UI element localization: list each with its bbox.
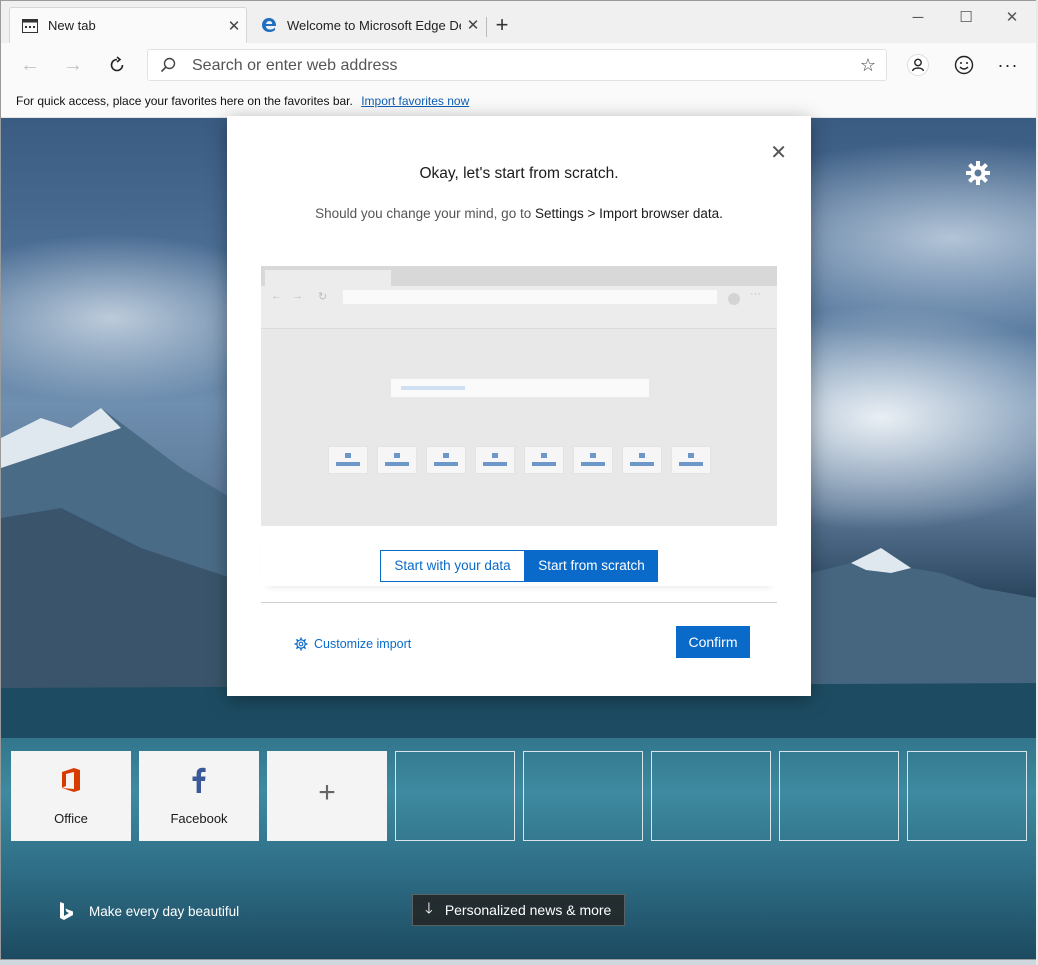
tab-strip: New tab ✕ Welcome to Microsoft Edge Dev … (1, 1, 1037, 43)
gear-icon (294, 637, 308, 651)
quick-link-label: Facebook (170, 811, 228, 826)
preview-tile (426, 446, 466, 474)
page-settings-gear-icon[interactable] (963, 158, 993, 188)
edge-logo-icon (261, 17, 277, 33)
start-with-your-data-button[interactable]: Start with your data (380, 550, 525, 582)
dialog-divider (261, 602, 777, 603)
preview-forward-icon: → (292, 290, 303, 302)
favorite-star-icon[interactable]: ☆ (860, 55, 876, 76)
settings-path: Settings > Import browser data. (534, 206, 723, 221)
close-window-button[interactable]: ✕ (989, 5, 1035, 31)
import-favorites-link[interactable]: Import favorites now (361, 94, 469, 108)
office-logo-icon (11, 767, 131, 798)
facebook-logo-icon (139, 767, 259, 798)
quick-link-facebook[interactable]: Facebook (139, 751, 259, 841)
tab-welcome[interactable]: Welcome to Microsoft Edge Dev ✕ (249, 7, 485, 43)
back-icon[interactable]: ← (15, 51, 45, 79)
minimize-button[interactable]: ─ (895, 5, 941, 31)
empty-quick-link-slot (907, 751, 1027, 841)
bing-caption-text: Make every day beautiful (89, 903, 240, 919)
refresh-icon[interactable] (102, 51, 132, 79)
tab-label: New tab (48, 18, 96, 33)
preview-more-icon: ··· (750, 288, 761, 300)
close-tab-icon[interactable]: ✕ (461, 16, 485, 34)
confirm-button[interactable]: Confirm (676, 626, 750, 658)
customize-import-link[interactable]: Customize import (294, 637, 411, 651)
empty-quick-link-slot (651, 751, 771, 841)
preview-tile (573, 446, 613, 474)
toolbar: ← → ☆ ··· (1, 43, 1037, 87)
empty-quick-link-slot (395, 751, 515, 841)
personalized-news-button[interactable]: 🡓 Personalized news & more (412, 894, 625, 926)
quick-link-office[interactable]: Office (11, 751, 131, 841)
import-option-toggle: Start with your data Start from scratch (261, 526, 777, 586)
import-dialog: ✕ Okay, let's start from scratch. Should… (227, 116, 811, 696)
feedback-smiley-icon[interactable] (949, 51, 979, 79)
tab-label: Welcome to Microsoft Edge Dev (287, 17, 461, 33)
news-button-label: Personalized news & more (444, 902, 612, 918)
profile-icon[interactable] (903, 51, 933, 79)
preview-tile (328, 446, 368, 474)
search-icon (160, 57, 176, 78)
maximize-button[interactable]: ☐ (943, 5, 989, 31)
more-menu-icon[interactable]: ··· (993, 51, 1023, 79)
add-icon: + (318, 776, 336, 809)
preview-refresh-icon: ↻ (318, 291, 328, 303)
quick-link-label: Office (54, 811, 88, 826)
close-tab-icon[interactable]: ✕ (222, 17, 246, 35)
preview-tile (622, 446, 662, 474)
bing-image-caption[interactable]: Make every day beautiful (59, 901, 239, 921)
empty-quick-link-slot (523, 751, 643, 841)
address-input[interactable] (190, 54, 834, 78)
preview-tile (524, 446, 564, 474)
favorites-bar: For quick access, place your favorites h… (1, 87, 1037, 118)
preview-address-bar (343, 290, 717, 304)
preview-search-box (391, 379, 649, 397)
close-dialog-icon[interactable]: ✕ (770, 140, 787, 165)
favorites-bar-message: For quick access, place your favorites h… (16, 94, 353, 108)
preview-tile (475, 446, 515, 474)
dialog-subtitle: Should you change your mind, go to Setti… (227, 206, 811, 221)
customize-import-label: Customize import (314, 637, 412, 651)
empty-quick-link-slot (779, 751, 899, 841)
start-from-scratch-button[interactable]: Start from scratch (525, 550, 658, 582)
preview-profile-icon (728, 293, 740, 305)
new-tab-page-icon (22, 18, 38, 34)
preview-tile (671, 446, 711, 474)
forward-icon[interactable]: → (58, 51, 88, 79)
bing-logo-icon (59, 901, 75, 921)
browser-window: New tab ✕ Welcome to Microsoft Edge Dev … (0, 0, 1038, 960)
subtitle-text: Should you change your mind, go to (315, 206, 535, 221)
preview-tab (265, 270, 391, 286)
tab-new-tab[interactable]: New tab ✕ (9, 7, 247, 43)
tab-divider (486, 17, 487, 37)
arrow-down-icon: 🡓 (425, 899, 433, 917)
new-tab-button[interactable]: + (489, 13, 515, 39)
preview-tile (377, 446, 417, 474)
address-bar[interactable]: ☆ (147, 49, 887, 81)
add-quick-link-button[interactable]: + (267, 751, 387, 841)
dialog-title: Okay, let's start from scratch. (419, 165, 619, 182)
preview-back-icon: ← (271, 290, 282, 302)
browser-preview-illustration: ← → ↻ ··· (261, 266, 777, 526)
